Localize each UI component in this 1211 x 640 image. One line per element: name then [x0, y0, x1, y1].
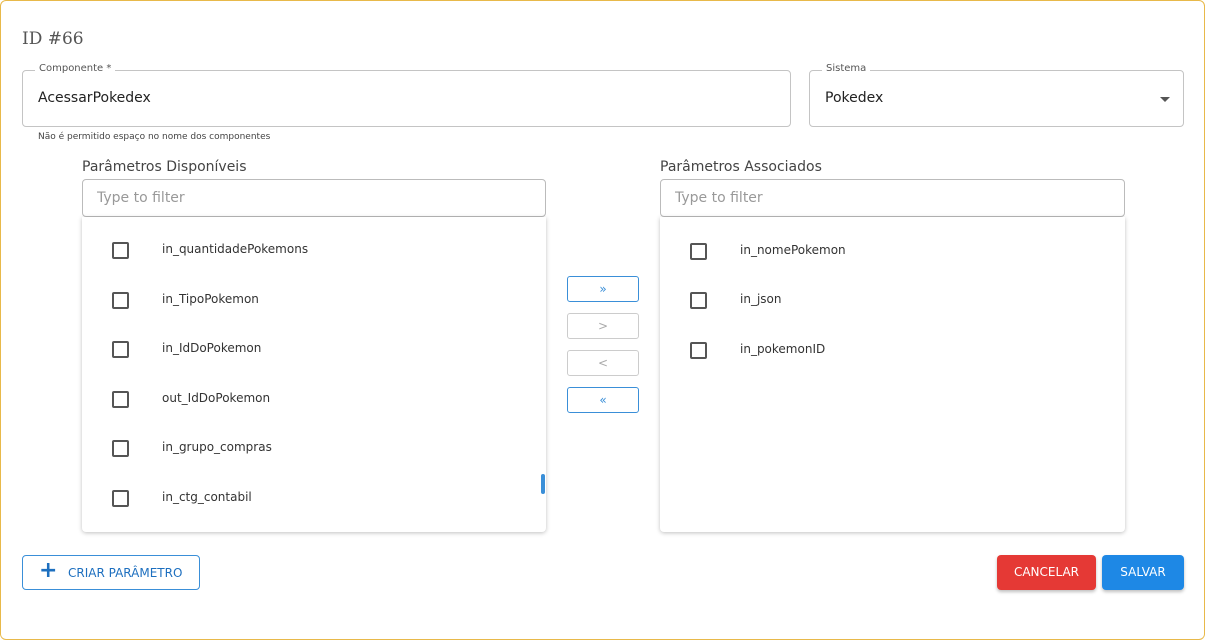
component-helper-text: Não é permitido espaço no nome dos compo… [38, 132, 271, 142]
page-title: ID #66 [22, 29, 84, 49]
associated-params-title: Parâmetros Associados [660, 159, 822, 175]
list-item[interactable]: out_IdDoPokemon [82, 384, 546, 414]
list-item[interactable]: in_IdDoPokemon [82, 334, 546, 364]
checkbox[interactable] [112, 341, 129, 358]
item-label: in_quantidadePokemons [162, 242, 309, 256]
system-select[interactable]: Sistema Pokedex [809, 63, 1184, 127]
move-all-left-button[interactable]: « [567, 387, 639, 413]
list-item[interactable]: in_ctg_contabil [82, 483, 546, 513]
checkbox[interactable] [112, 490, 129, 507]
item-label: in_pokemonID [740, 342, 826, 356]
available-filter-input[interactable] [82, 179, 546, 217]
available-params-list[interactable]: in_quantidadePokemons in_TipoPokemon in_… [82, 217, 546, 532]
item-label: in_ctg_contabil [162, 490, 252, 504]
move-right-button[interactable]: > [567, 313, 639, 339]
checkbox[interactable] [112, 440, 129, 457]
plus-icon: + [39, 558, 58, 583]
available-params-title: Parâmetros Disponíveis [82, 159, 247, 175]
create-parameter-button[interactable]: + CRIAR PARÂMETRO [22, 555, 200, 590]
checkbox[interactable] [690, 243, 707, 260]
list-item[interactable]: in_nomePokemon [660, 236, 1125, 266]
system-label: Sistema [822, 63, 871, 74]
save-button[interactable]: SALVAR [1102, 555, 1184, 590]
system-value: Pokedex [825, 90, 884, 106]
checkbox[interactable] [112, 391, 129, 408]
item-label: in_IdDoPokemon [162, 341, 262, 355]
list-item[interactable]: in_TipoPokemon [82, 285, 546, 315]
component-field[interactable]: Componente * AcessarPokedex [22, 63, 791, 127]
checkbox[interactable] [112, 242, 129, 259]
list-item[interactable]: in_pokemonID [660, 335, 1125, 365]
item-label: in_nomePokemon [740, 243, 846, 257]
item-label: in_grupo_compras [162, 440, 272, 454]
checkbox[interactable] [690, 292, 707, 309]
list-scrollbar[interactable] [541, 474, 545, 494]
item-label: out_IdDoPokemon [162, 391, 271, 405]
move-left-button[interactable]: < [567, 350, 639, 376]
associated-params-list[interactable]: in_nomePokemon in_json in_pokemonID [660, 217, 1125, 532]
item-label: in_TipoPokemon [162, 292, 259, 306]
list-item[interactable]: in_json [660, 285, 1125, 315]
component-label: Componente * [35, 63, 116, 74]
list-item[interactable]: in_quantidadePokemons [82, 235, 546, 265]
create-parameter-label: CRIAR PARÂMETRO [68, 566, 183, 580]
component-value: AcessarPokedex [38, 90, 151, 106]
associated-filter-input[interactable] [660, 179, 1125, 217]
move-all-right-button[interactable]: » [567, 276, 639, 302]
item-label: in_json [740, 292, 782, 306]
checkbox[interactable] [112, 292, 129, 309]
checkbox[interactable] [690, 342, 707, 359]
cancel-button[interactable]: CANCELAR [997, 555, 1096, 590]
caret-down-icon[interactable] [1160, 97, 1170, 102]
list-item[interactable]: in_grupo_compras [82, 433, 546, 463]
dialog-card: ID #66 Componente * AcessarPokedex Não é… [0, 0, 1205, 640]
